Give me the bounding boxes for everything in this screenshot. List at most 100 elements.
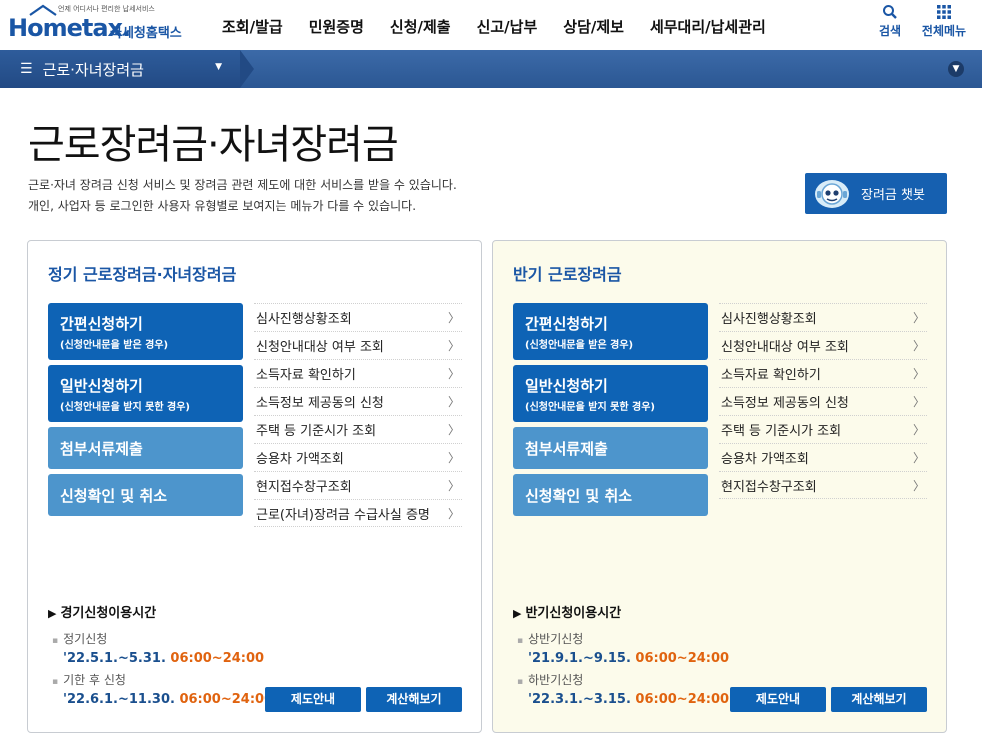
link-local-office[interactable]: 현지접수창구조회 〉 (719, 471, 927, 499)
link-label: 승용차 가액조회 (256, 452, 344, 467)
period-second-half: 하반기신청 '22.3.1.~3.15. 06:00~24:00 (517, 671, 729, 707)
panel-title: 정기 근로장려금·자녀장려금 (48, 265, 237, 284)
chevron-right-icon: 〉 (912, 451, 925, 465)
link-label: 현지접수창구조회 (256, 480, 352, 495)
button-sublabel: (신청안내문을 받은 경우) (60, 340, 169, 351)
menu-inquiry[interactable]: 조회/발급 (222, 16, 283, 37)
simple-apply-button[interactable]: 간편신청하기 (신청안내문을 받은 경우) (48, 303, 243, 360)
usage-time-label: 경기신청이용시간 (60, 606, 157, 621)
logo-sub: 국세청홈택스 (110, 26, 182, 41)
simple-apply-button[interactable]: 간편신청하기 (신청안내문을 받은 경우) (513, 303, 708, 360)
triangle-right-icon: ▶ (513, 607, 522, 620)
button-sublabel: (신청안내문을 받지 못한 경우) (60, 402, 190, 413)
link-review-status[interactable]: 심사진행상황조회 〉 (254, 303, 462, 331)
top-header: 언제 어디서나 편리한 납세서비스 Hometax. 국세청홈택스 조회/발급 … (0, 0, 982, 50)
chevron-right-icon: 〉 (912, 478, 925, 493)
period-value: '22.3.1.~3.15. 06:00~24:00 (517, 692, 729, 707)
button-label: 간편신청하기 (60, 315, 143, 333)
menu-consult[interactable]: 상담/제보 (563, 16, 624, 37)
grid-icon (937, 5, 951, 19)
all-menu-label: 전체메뉴 (921, 24, 967, 38)
all-menu-button[interactable]: 전체메뉴 (918, 4, 970, 39)
link-income-check[interactable]: 소득자료 확인하기 〉 (254, 359, 462, 387)
link-receipt-proof[interactable]: 근로(자녀)장려금 수급사실 증명 〉 (254, 499, 462, 527)
usage-time-heading: ▶ 경기신청이용시간 (48, 602, 156, 621)
chevron-down-icon[interactable]: ▼ (948, 61, 964, 77)
button-sublabel: (신청안내문을 받은 경우) (525, 340, 634, 351)
check-cancel-button[interactable]: 신청확인 및 취소 (513, 474, 708, 516)
check-cancel-button[interactable]: 신청확인 및 취소 (48, 474, 243, 516)
link-house-price[interactable]: 주택 등 기준시가 조회 〉 (719, 415, 927, 443)
period-value: '22.6.1.~11.30. 06:00~24:00 (52, 692, 273, 707)
link-label: 신청안내대상 여부 조회 (721, 340, 849, 355)
link-label: 소득정보 제공동의 신청 (721, 396, 849, 411)
period-label: 하반기신청 (517, 671, 729, 688)
location-dropdown[interactable]: ☰ 근로·자녀장려금 ▼ (0, 50, 254, 88)
period-date: '22.6.1.~11.30. (63, 692, 175, 707)
menu-apply[interactable]: 신청/제출 (390, 16, 451, 37)
link-label: 현지접수창구조회 (721, 479, 817, 495)
guide-button[interactable]: 제도안내 (730, 687, 826, 712)
search-button[interactable]: 검색 (868, 4, 912, 39)
hamburger-icon: ☰ (20, 61, 33, 77)
button-label: 신청확인 및 취소 (60, 486, 168, 505)
button-label: 첨부서류제출 (60, 439, 143, 458)
link-label: 소득자료 확인하기 (256, 368, 356, 383)
link-local-office[interactable]: 현지접수창구조회 〉 (254, 471, 462, 499)
regular-incentive-panel: 정기 근로장려금·자녀장려금 간편신청하기 (신청안내문을 받은 경우) 일반신… (27, 240, 482, 733)
period-label: 기한 후 신청 (52, 671, 273, 688)
period-label: 상반기신청 (517, 630, 729, 647)
submit-documents-button[interactable]: 첨부서류제출 (48, 427, 243, 469)
button-label: 첨부서류제출 (525, 439, 608, 458)
link-car-value[interactable]: 승용차 가액조회 〉 (254, 443, 462, 471)
button-sublabel: (신청안내문을 받지 못한 경우) (525, 402, 655, 413)
description-line-2: 개인, 사업자 등 로그인한 사용자 유형별로 보여지는 메뉴가 다를 수 있습… (28, 199, 417, 213)
link-income-check[interactable]: 소득자료 확인하기 〉 (719, 359, 927, 387)
link-label: 심사진행상황조회 (721, 312, 817, 327)
period-regular: 정기신청 '22.5.1.~5.31. 06:00~24:00 (52, 630, 264, 666)
link-label: 심사진행상황조회 (256, 312, 352, 327)
period-time: 06:00~24:00 (635, 651, 730, 666)
logo-tagline: 언제 어디서나 편리한 납세서비스 (58, 5, 155, 13)
link-house-price[interactable]: 주택 등 기준시가 조회 〉 (254, 415, 462, 443)
link-list: 심사진행상황조회 〉 신청안내대상 여부 조회 〉 소득자료 확인하기 〉 소득정보 … (719, 303, 927, 499)
period-date: '22.5.1.~5.31. (63, 651, 166, 666)
link-label: 근로(자녀)장려금 수급사실 증명 (256, 507, 430, 523)
chevron-right-icon: 〉 (912, 423, 925, 437)
period-date: '21.9.1.~9.15. (528, 651, 631, 666)
button-label: 일반신청하기 (525, 377, 608, 395)
menu-tax-agent[interactable]: 세무대리/납세관리 (650, 16, 766, 37)
general-apply-button[interactable]: 일반신청하기 (신청안내문을 받지 못한 경우) (513, 365, 708, 422)
link-eligibility-check[interactable]: 신청안내대상 여부 조회 〉 (254, 331, 462, 359)
hometax-logo[interactable]: 언제 어디서나 편리한 납세서비스 Hometax. 국세청홈택스 (8, 4, 193, 46)
description-line-1: 근로·자녀 장려금 신청 서비스 및 장려금 관련 제도에 대한 서비스를 받을… (28, 178, 457, 192)
submit-documents-button[interactable]: 첨부서류제출 (513, 427, 708, 469)
button-label: 일반신청하기 (60, 377, 143, 395)
guide-button[interactable]: 제도안내 (265, 687, 361, 712)
chatbot-button[interactable]: 장려금 챗봇 (805, 173, 947, 214)
page-title: 근로장려금·자녀장려금 (28, 122, 399, 168)
chevron-right-icon: 〉 (912, 395, 925, 409)
chevron-right-icon: 〉 (912, 339, 925, 353)
link-label: 승용차 가액조회 (721, 452, 809, 467)
triangle-right-icon: ▶ (48, 607, 57, 620)
menu-certificate[interactable]: 민원증명 (309, 16, 364, 37)
chevron-right-icon: 〉 (912, 367, 925, 381)
link-car-value[interactable]: 승용차 가액조회 〉 (719, 443, 927, 471)
half-year-incentive-panel: 반기 근로장려금 간편신청하기 (신청안내문을 받은 경우) 일반신청하기 (신… (492, 240, 947, 733)
calculate-button[interactable]: 계산해보기 (831, 687, 927, 712)
link-label: 소득정보 제공동의 신청 (256, 396, 384, 411)
period-time: 06:00~24:00 (170, 651, 265, 666)
link-income-consent[interactable]: 소득정보 제공동의 신청 〉 (254, 387, 462, 415)
link-income-consent[interactable]: 소득정보 제공동의 신청 〉 (719, 387, 927, 415)
link-eligibility-check[interactable]: 신청안내대상 여부 조회 〉 (719, 331, 927, 359)
caret-down-icon: ▼ (215, 62, 222, 72)
link-review-status[interactable]: 심사진행상황조회 〉 (719, 303, 927, 331)
calculate-button[interactable]: 계산해보기 (366, 687, 462, 712)
search-label: 검색 (878, 24, 902, 38)
general-apply-button[interactable]: 일반신청하기 (신청안내문을 받지 못한 경우) (48, 365, 243, 422)
chevron-right-icon: 〉 (447, 423, 460, 437)
menu-report[interactable]: 신고/납부 (477, 16, 538, 37)
chatbot-label: 장려금 챗봇 (861, 188, 925, 203)
period-first-half: 상반기신청 '21.9.1.~9.15. 06:00~24:00 (517, 630, 729, 666)
